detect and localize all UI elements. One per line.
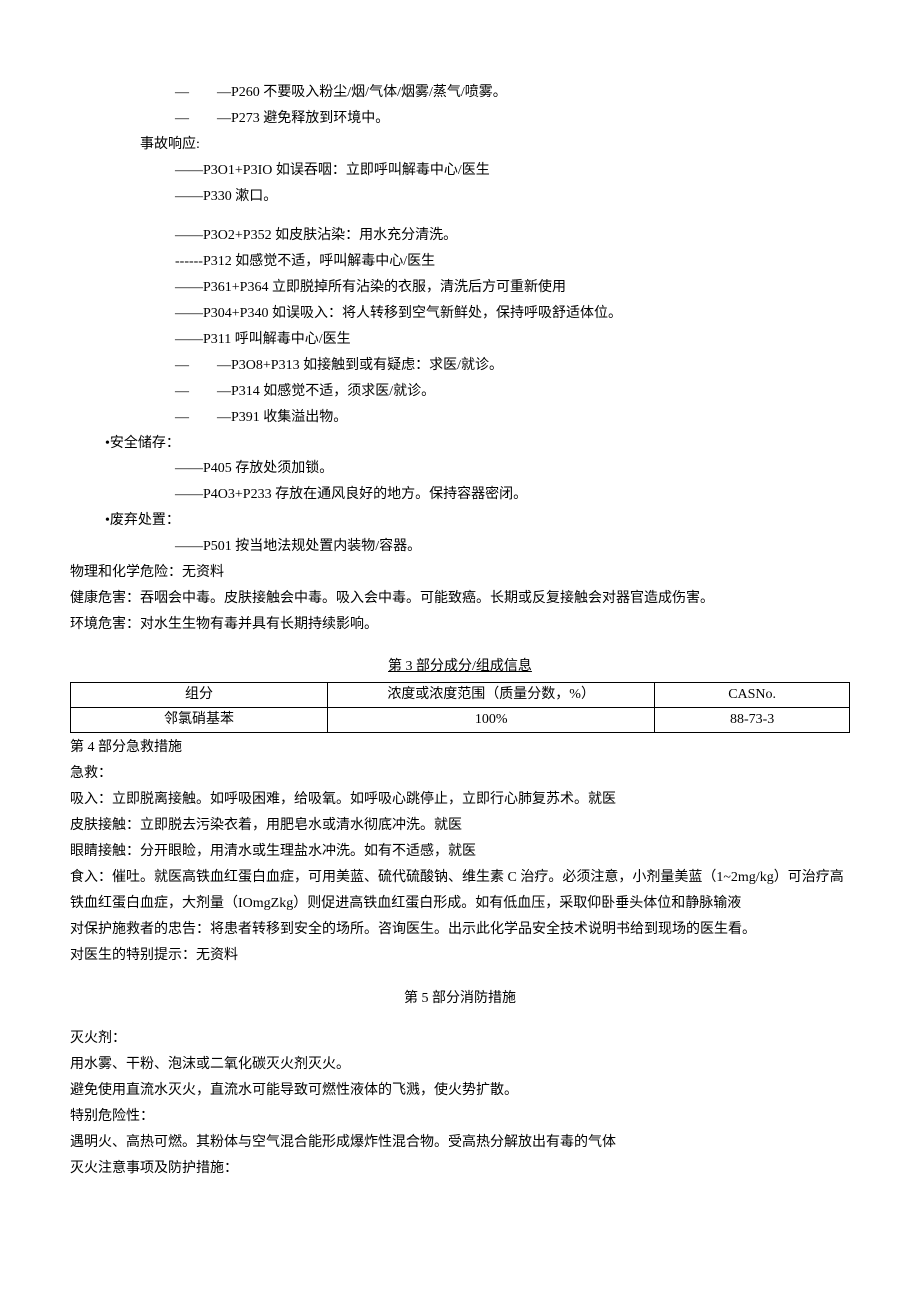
first-aid-skin: 皮肤接触：立即脱去污染衣着，用肥皂水或清水彻底冲洗。就医: [70, 813, 850, 839]
extinguisher-use: 用水雾、干粉、泡沫或二氧化碳灭火剂灭火。: [70, 1052, 850, 1078]
precaution-p403-p233: ——P4O3+P233 存放在通风良好的地方。保持容器密闭。: [70, 482, 850, 508]
table-cell-cas: 88-73-3: [655, 707, 850, 732]
first-aid-doctor: 对医生的特别提示：无资料: [70, 943, 850, 969]
precaution-p301-p310: ——P3O1+P3IO 如误吞咽：立即呼叫解毒中心/医生: [70, 158, 850, 184]
precaution-p314: — —P314 如感觉不适，须求医/就诊。: [70, 379, 850, 405]
table-row: 组分 浓度或浓度范围（质量分数，%） CASNo.: [71, 682, 850, 707]
table-cell-concentration: 100%: [328, 707, 655, 732]
precaution-p501: ——P501 按当地法规处置内装物/容器。: [70, 534, 850, 560]
environment-hazard: 环境危害：对水生生物有毒并具有长期持续影响。: [70, 612, 850, 638]
section-5-title: 第 5 部分消防措施: [70, 986, 850, 1012]
precaution-p273: — —P273 避免释放到环境中。: [70, 106, 850, 132]
special-hazard-heading: 特别危险性：: [70, 1104, 850, 1130]
precaution-p405: ——P405 存放处须加锁。: [70, 456, 850, 482]
extinguisher-avoid: 避免使用直流水灭火，直流水可能导致可燃性液体的飞溅，使火势扩散。: [70, 1078, 850, 1104]
table-header-cas: CASNo.: [655, 682, 850, 707]
physical-chemical-hazard: 物理和化学危险：无资料: [70, 560, 850, 586]
special-hazard-text: 遇明火、高热可燃。其粉体与空气混合能形成爆炸性混合物。受高热分解放出有毒的气体: [70, 1130, 850, 1156]
precaution-p312: ------P312 如感觉不适，呼叫解毒中心/医生: [70, 249, 850, 275]
precaution-p311: ——P311 呼叫解毒中心/医生: [70, 327, 850, 353]
fire-precaution-heading: 灭火注意事项及防护措施：: [70, 1156, 850, 1182]
table-row: 邻氯硝基苯 100% 88-73-3: [71, 707, 850, 732]
composition-table: 组分 浓度或浓度范围（质量分数，%） CASNo. 邻氯硝基苯 100% 88-…: [70, 682, 850, 734]
section-3-title: 第 3 部分成分/组成信息: [70, 654, 850, 680]
table-header-component: 组分: [71, 682, 328, 707]
first-aid-inhalation: 吸入：立即脱离接触。如呼吸困难，给吸氧。如呼吸心跳停止，立即行心肺复苏术。就医: [70, 787, 850, 813]
first-aid-rescuer: 对保护施救者的忠告：将患者转移到安全的场所。咨询医生。出示此化学品安全技术说明书…: [70, 917, 850, 943]
first-aid-ingestion: 食入：催吐。就医高铁血红蛋白血症，可用美蓝、硫代硫酸钠、维生素 C 治疗。必须注…: [70, 865, 850, 917]
precaution-p330: ——P330 漱口。: [70, 184, 850, 210]
section-4-title: 第 4 部分急救措施: [70, 735, 850, 761]
accident-response-heading: 事故响应:: [70, 132, 850, 158]
precaution-p304-p340: ——P304+P340 如误吸入：将人转移到空气新鲜处，保持呼吸舒适体位。: [70, 301, 850, 327]
precaution-p302-p352: ——P3O2+P352 如皮肤沾染：用水充分清洗。: [70, 223, 850, 249]
extinguisher-heading: 灭火剂：: [70, 1026, 850, 1052]
storage-heading: •安全储存：: [70, 431, 850, 457]
precaution-p308-p313: — —P3O8+P313 如接触到或有疑虑：求医/就诊。: [70, 353, 850, 379]
health-hazard: 健康危害：吞咽会中毒。皮肤接触会中毒。吸入会中毒。可能致癌。长期或反复接触会对器…: [70, 586, 850, 612]
table-header-concentration: 浓度或浓度范围（质量分数，%）: [328, 682, 655, 707]
first-aid-heading: 急救：: [70, 761, 850, 787]
precaution-p361-p364: ——P361+P364 立即脱掉所有沾染的衣服，清洗后方可重新使用: [70, 275, 850, 301]
precaution-p391: — —P391 收集溢出物。: [70, 405, 850, 431]
table-cell-component: 邻氯硝基苯: [71, 707, 328, 732]
disposal-heading: •废弃处置：: [70, 508, 850, 534]
first-aid-eye: 眼睛接触：分开眼睑，用清水或生理盐水冲洗。如有不适感，就医: [70, 839, 850, 865]
precaution-p260: — —P260 不要吸入粉尘/烟/气体/烟雾/蒸气/喷雾。: [70, 80, 850, 106]
